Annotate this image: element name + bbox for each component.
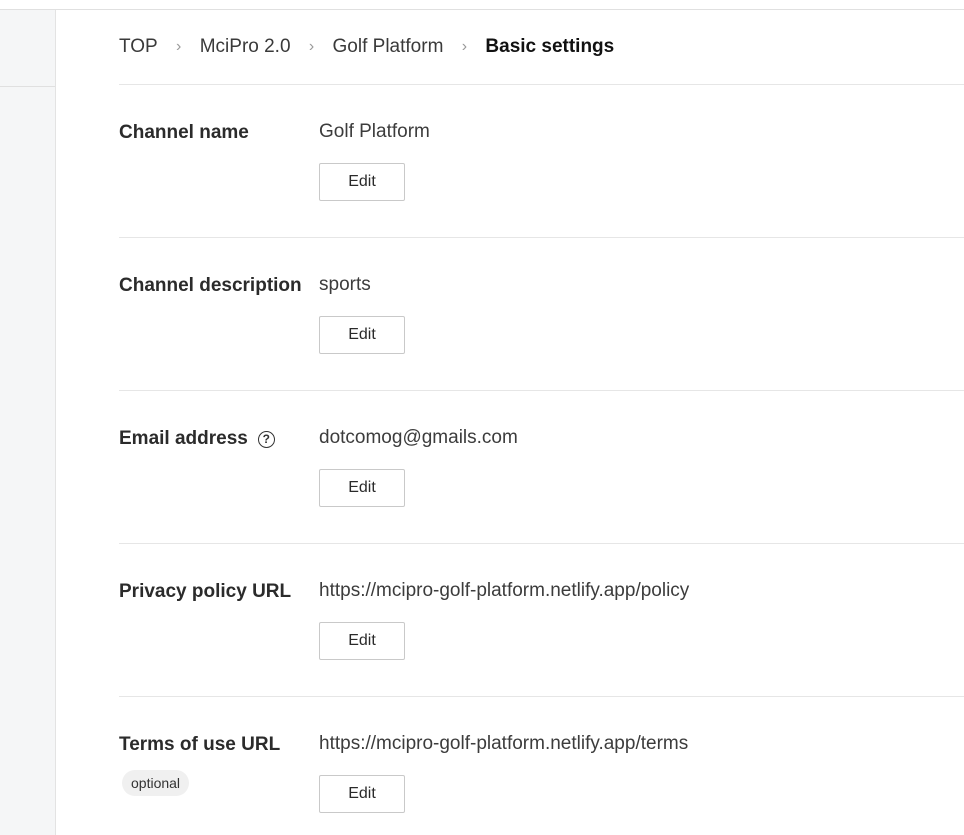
email-address-value: dotcomog@gmails.com [319, 427, 518, 448]
sidebar-divider [0, 86, 55, 87]
breadcrumb-current: Basic settings [485, 36, 615, 57]
setting-row-channel-name: Channel name Golf Platform Edit [119, 85, 964, 238]
breadcrumb-top[interactable]: TOP [119, 36, 158, 58]
setting-row-privacy-policy-url: Privacy policy URL https://mcipro-golf-p… [119, 544, 964, 697]
channel-description-label-text: Channel description [119, 275, 302, 296]
channel-description-value: sports [319, 274, 371, 295]
chevron-right-icon: › [176, 38, 182, 55]
channel-name-value: Golf Platform [319, 121, 430, 142]
breadcrumb-mcipro[interactable]: MciPro 2.0 [200, 36, 291, 58]
terms-of-use-url-value: https://mcipro-golf-platform.netlify.app… [319, 733, 689, 754]
channel-description-label: Channel description [119, 275, 302, 297]
setting-row-email-address: Email address ? dotcomog@gmails.com Edit [119, 391, 964, 544]
top-bar [0, 0, 964, 10]
channel-name-label-text: Channel name [119, 122, 249, 143]
privacy-policy-url-label-text: Privacy policy URL [119, 581, 292, 602]
channel-name-label: Channel name [119, 122, 249, 144]
terms-of-use-url-label-text: Terms of use URL [119, 734, 281, 755]
setting-row-channel-description: Channel description sports Edit [119, 238, 964, 391]
breadcrumb-golf-platform[interactable]: Golf Platform [333, 36, 444, 58]
email-address-label-text: Email address [119, 428, 248, 449]
edit-channel-description-button[interactable]: Edit [319, 316, 405, 354]
edit-terms-of-use-url-button[interactable]: Edit [319, 775, 405, 813]
breadcrumb: TOP › MciPro 2.0 › Golf Platform › Basic… [119, 10, 964, 85]
page: TOP › MciPro 2.0 › Golf Platform › Basic… [0, 0, 964, 835]
edit-privacy-policy-url-button[interactable]: Edit [319, 622, 405, 660]
terms-of-use-url-label: Terms of use URL [119, 734, 280, 756]
edit-channel-name-button[interactable]: Edit [319, 163, 405, 201]
privacy-policy-url-value: https://mcipro-golf-platform.netlify.app… [319, 580, 690, 601]
email-address-label: Email address ? [119, 428, 275, 450]
chevron-right-icon: › [308, 38, 315, 55]
chevron-right-icon: › [461, 38, 468, 55]
optional-badge: optional [122, 770, 190, 796]
help-icon[interactable]: ? [257, 430, 275, 448]
sidebar [0, 10, 56, 835]
edit-email-address-button[interactable]: Edit [319, 469, 405, 507]
setting-row-terms-of-use-url: Terms of use URL optional https://mcipro… [119, 697, 964, 835]
main-content: TOP › MciPro 2.0 › Golf Platform › Basic… [119, 10, 964, 835]
privacy-policy-url-label: Privacy policy URL [119, 581, 291, 603]
